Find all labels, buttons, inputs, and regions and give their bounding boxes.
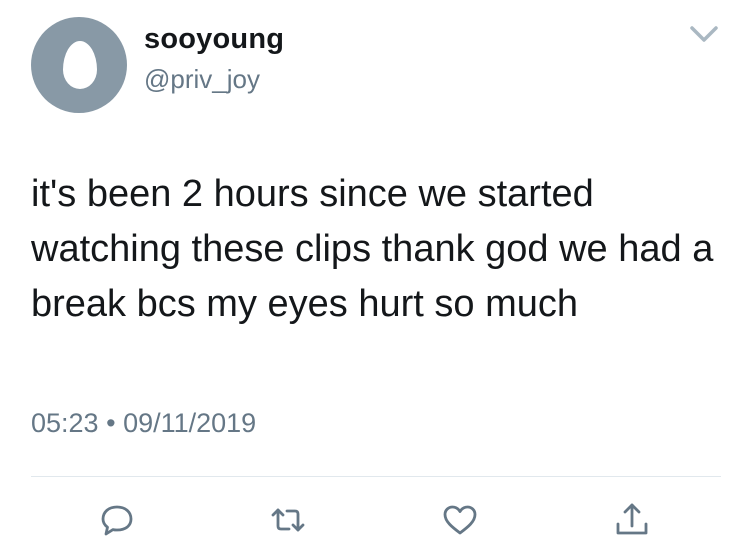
author-display-name[interactable]: sooyoung	[144, 19, 284, 59]
avatar[interactable]	[31, 17, 127, 113]
share-icon	[612, 500, 652, 540]
tweet-time: 05:23	[31, 408, 99, 438]
reply-icon	[97, 500, 137, 540]
share-button[interactable]	[612, 500, 652, 540]
reply-button[interactable]	[97, 500, 137, 540]
tweet-text: it's been 2 hours since we started watch…	[31, 173, 714, 325]
retweet-button[interactable]	[268, 500, 308, 540]
retweet-icon	[268, 500, 308, 540]
divider	[31, 476, 721, 477]
tweet-timestamp[interactable]: 05:23 • 09/11/2019	[31, 403, 256, 443]
author-handle[interactable]: @priv_joy	[144, 62, 260, 96]
like-button[interactable]	[440, 500, 480, 540]
default-egg-avatar	[63, 41, 97, 89]
chevron-down-icon[interactable]	[686, 20, 722, 48]
timestamp-separator: •	[106, 408, 116, 438]
heart-icon	[440, 500, 480, 540]
tweet-date: 09/11/2019	[123, 408, 257, 438]
